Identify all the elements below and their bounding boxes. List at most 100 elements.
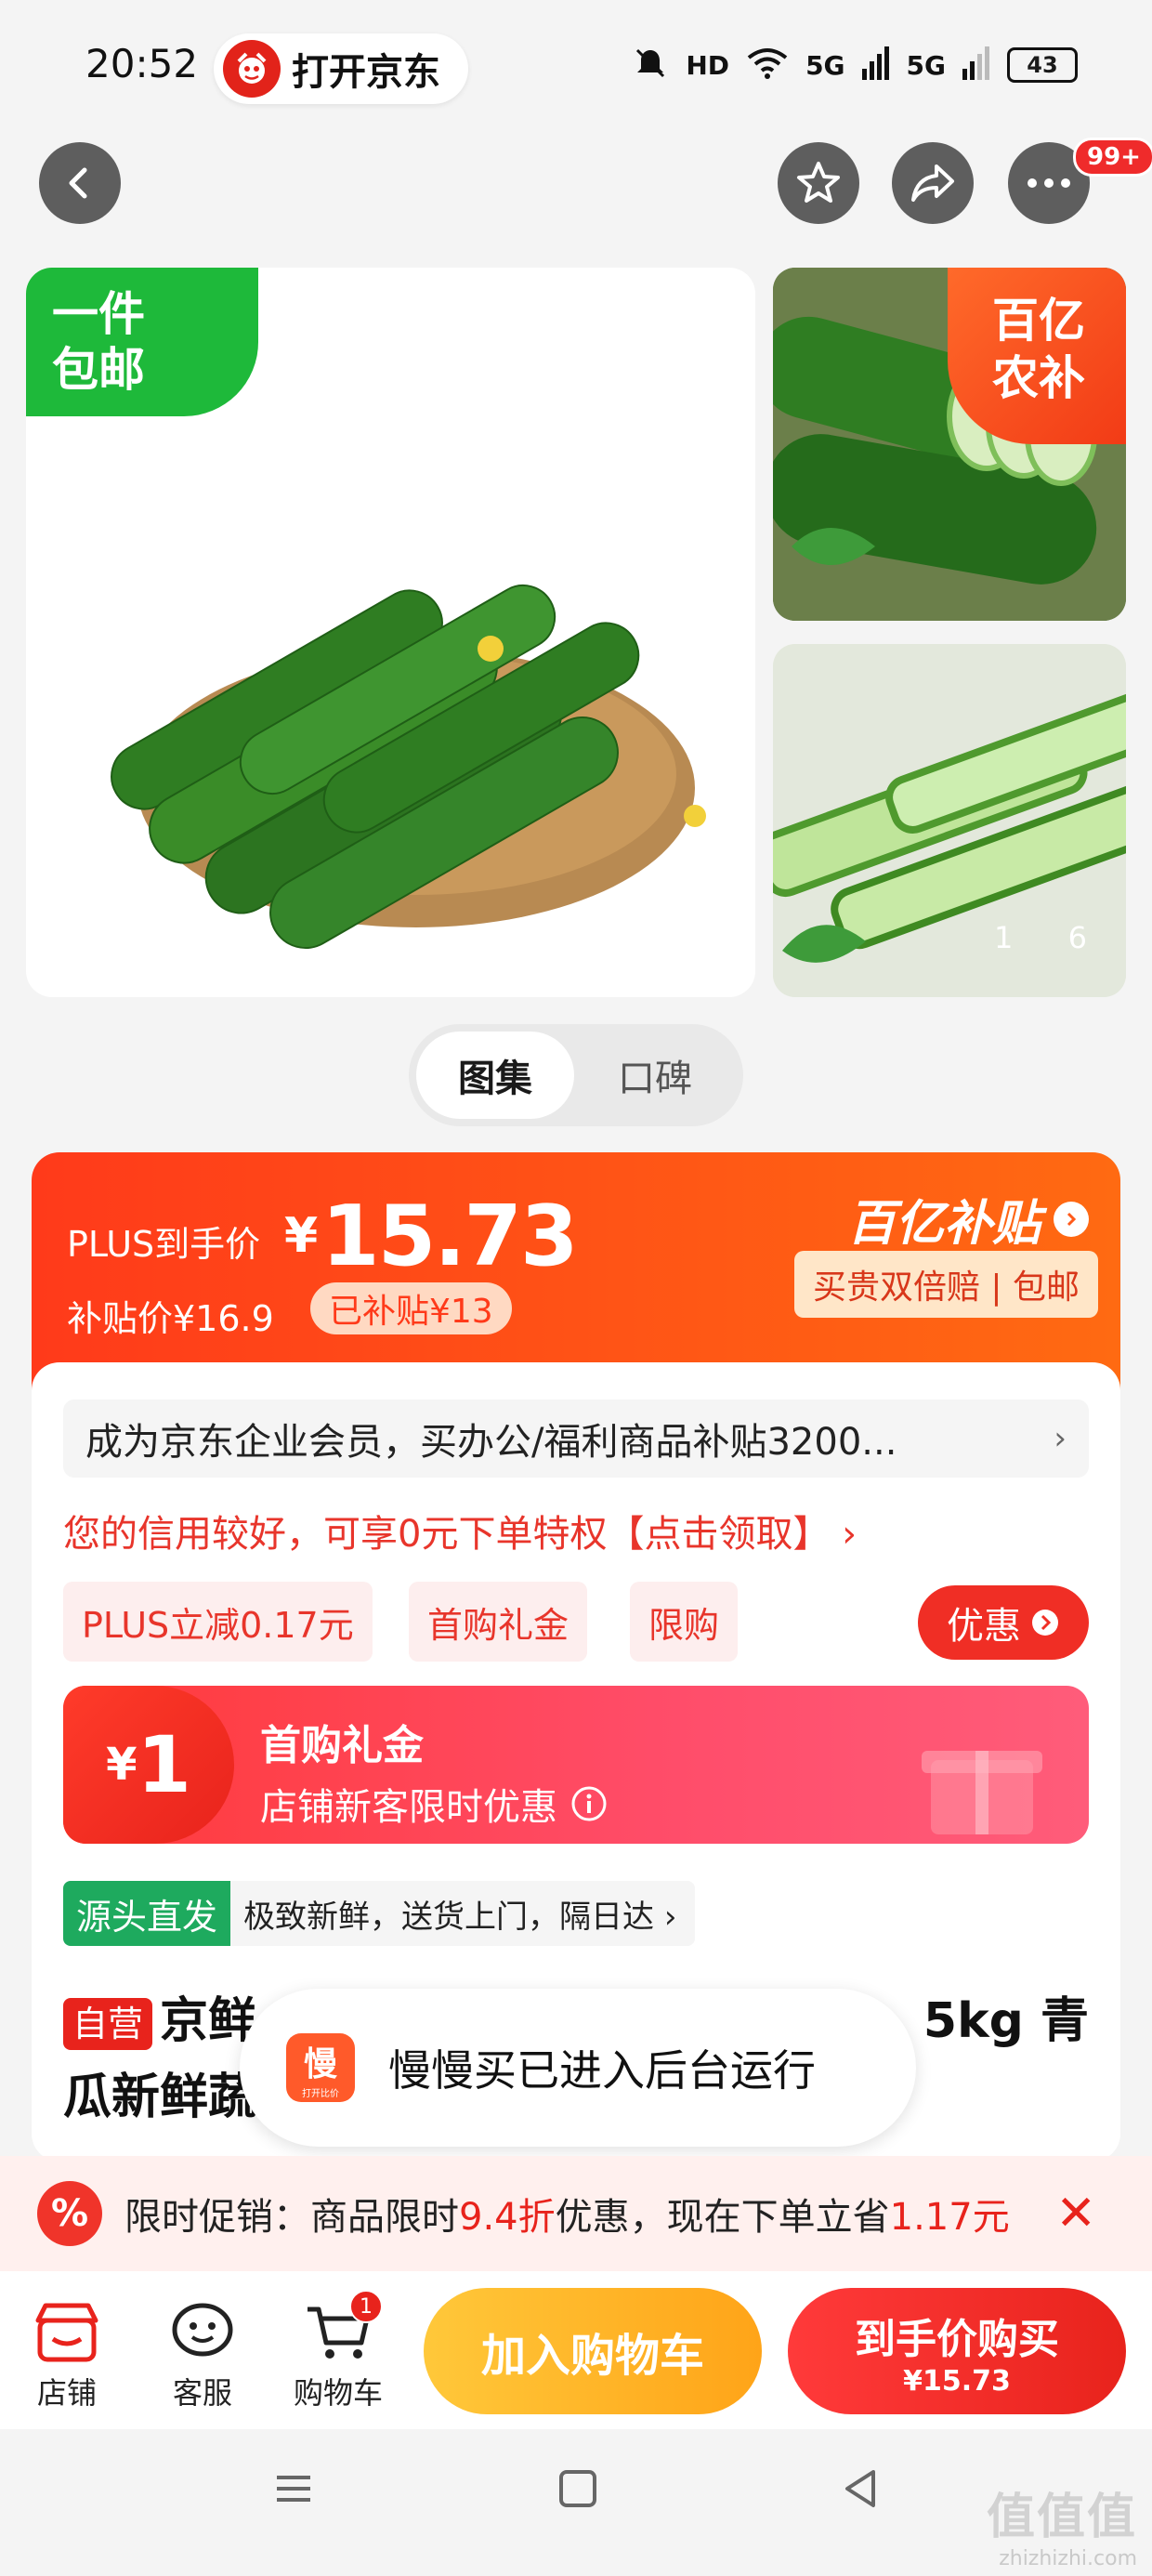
close-icon[interactable]: ✕	[1055, 2186, 1096, 2241]
main-product-image[interactable]: 一件 包邮	[26, 268, 755, 997]
service-label: 客服	[172, 2375, 232, 2411]
credit-privilege-link[interactable]: 您的信用较好，可享0元下单特权【点击领取】 ›	[63, 1504, 857, 1557]
buy-now-button[interactable]: 到手价购买 ¥15.73	[788, 2288, 1126, 2414]
discount-percent-icon: %	[37, 2181, 102, 2246]
source-direct-tag: 源头直发	[63, 1881, 231, 1946]
first-purchase-gift-banner[interactable]: ¥ 1 首购礼金 店铺新客限时优惠	[63, 1686, 1089, 1844]
first-purchase-chip[interactable]: 首购礼金	[409, 1582, 588, 1662]
chevron-right-icon	[1054, 1201, 1089, 1237]
mute-icon	[632, 45, 669, 85]
bybt-guarantee: 买贵双倍赔 | 包邮	[793, 1251, 1098, 1318]
image-counter: 1 6	[985, 920, 1096, 970]
free-shipping-badge: 一件 包邮	[26, 268, 258, 416]
back-nav-button[interactable]	[838, 2466, 883, 2515]
status-bar: 20:52 打开京东 HD 5G 5G 43	[0, 0, 1152, 139]
promo-middle: 优惠，现在下单立省	[555, 2196, 890, 2239]
favorite-button[interactable]	[778, 142, 859, 224]
notification-badge: 99+	[1073, 138, 1152, 177]
hd-indicator: HD	[686, 49, 730, 81]
free-shipping-line2: 包邮	[52, 343, 145, 397]
status-icons: HD 5G 5G 43	[632, 45, 1078, 85]
signal-5g-1: 5G	[805, 49, 845, 81]
site-watermark: 值值值 zhizhizhi.com	[987, 2477, 1137, 2570]
signal-5g-2: 5G	[906, 49, 946, 81]
enterprise-member-banner[interactable]: 成为京东企业会员，买办公/福利商品补贴3200... ›	[63, 1400, 1089, 1478]
source-direct-text: 极致新鲜，送货上门，隔日达 ›	[243, 1898, 677, 1936]
triangle-back-icon	[845, 2470, 875, 2507]
counter-current: 1	[994, 920, 1014, 955]
store-label: 店铺	[36, 2375, 97, 2411]
plus-price-value: 15.73	[321, 1188, 579, 1285]
bybt-badge-line2: 农补	[992, 351, 1085, 405]
bybt-badge-line1: 百亿	[992, 294, 1085, 348]
free-shipping-line1: 一件	[52, 287, 145, 341]
promo-text: 限时促销：商品限时9.4折优惠，现在下单立省1.17元	[124, 2187, 1010, 2241]
back-button[interactable]	[39, 142, 121, 224]
title-line1-left: 京鲜	[160, 1993, 257, 2049]
wifi-icon	[746, 46, 789, 84]
star-icon	[797, 162, 840, 203]
open-jd-app-button[interactable]: 打开京东	[214, 33, 468, 104]
product-page: 20:52 打开京东 HD 5G 5G 43 99+ 一件 包邮 百亿 农补 1…	[0, 0, 1152, 2576]
purchase-limit-chip[interactable]: 限购	[630, 1582, 739, 1662]
gift-amount-yen: ¥	[106, 1739, 137, 1791]
gift-desc-text: 店铺新客限时优惠	[260, 1786, 557, 1829]
chevron-right-icon: ›	[1054, 1420, 1067, 1457]
watermark-url: zhizhizhi.com	[999, 2547, 1137, 2570]
bybt-title[interactable]: 百亿补贴	[847, 1184, 1089, 1254]
subsidy-price: 补贴价¥16.9	[67, 1298, 274, 1339]
promo-saving: 1.17元	[889, 2196, 1010, 2239]
share-icon	[911, 164, 954, 202]
watermark-logo: 值值值	[986, 2490, 1137, 2545]
manmanmai-app-icon: 慢 打开比价	[286, 2033, 355, 2102]
gift-title: 首购礼金	[260, 1722, 424, 1769]
source-direct-row[interactable]: 源头直发 极致新鲜，送货上门，隔日达 ›	[63, 1881, 696, 1946]
thumbnail-image-2[interactable]: 1 6	[773, 644, 1126, 997]
gift-amount: ¥ 1	[63, 1686, 234, 1844]
battery-indicator: 43	[1007, 47, 1078, 83]
bottom-action-bar: 店铺 客服 1 购物车 加入购物车 到手价购买 ¥15.73	[0, 2271, 1152, 2429]
bybt-title-text: 百亿补贴	[846, 1196, 1041, 1252]
coupon-button-label: 优惠	[947, 1605, 1021, 1648]
tab-gallery[interactable]: 图集	[416, 1032, 574, 1119]
chevron-left-icon	[69, 167, 87, 199]
buy-now-label: 到手价购买	[855, 2315, 1059, 2363]
buy-now-price: ¥15.73	[903, 2364, 1011, 2398]
home-nav-button[interactable]	[556, 2466, 600, 2515]
currency-symbol: ¥	[284, 1208, 319, 1264]
toast-icon-text: 慢	[303, 2044, 337, 2083]
add-to-cart-button[interactable]: 加入购物车	[424, 2288, 762, 2414]
plus-discount-chip[interactable]: PLUS立减0.17元	[63, 1582, 373, 1662]
menu-icon	[277, 2476, 310, 2502]
clock: 20:52	[85, 41, 199, 86]
tab-reviews[interactable]: 口碑	[576, 1032, 734, 1119]
signal-bars-icon	[962, 46, 990, 84]
signal-bars-icon	[861, 46, 890, 84]
open-jd-label: 打开京东	[292, 51, 440, 94]
cart-icon: 1	[282, 2290, 394, 2370]
coupon-button[interactable]: 优惠	[918, 1585, 1089, 1660]
self-operated-tag: 自营	[63, 1998, 153, 2050]
background-running-toast: 慢 打开比价 慢慢买已进入后台运行	[240, 1989, 916, 2147]
system-navigation-bar: 值值值 zhizhizhi.com	[0, 2429, 1152, 2576]
customer-service-button[interactable]: 客服	[147, 2295, 258, 2412]
toast-message: 慢慢买已进入后台运行	[388, 2045, 816, 2096]
counter-total: 6	[1067, 920, 1087, 955]
menu-nav-button[interactable]	[271, 2466, 316, 2515]
chat-smile-icon	[147, 2295, 258, 2370]
share-button[interactable]	[892, 142, 974, 224]
subsidized-amount-chip: 已补贴¥13	[310, 1282, 512, 1334]
title-line1-right: 5kg 青	[923, 1993, 1089, 2049]
plus-price-label: PLUS到手价	[67, 1224, 261, 1265]
cart-button[interactable]: 1 购物车	[282, 2290, 394, 2412]
more-dots-icon	[1028, 178, 1070, 188]
gift-box-icon	[922, 1751, 1042, 1834]
promo-discount: 9.4折	[459, 2196, 556, 2239]
promo-strip[interactable]: % 限时促销：商品限时9.4折优惠，现在下单立省1.17元 ✕	[0, 2156, 1152, 2271]
square-home-icon	[559, 2470, 596, 2507]
info-icon[interactable]	[570, 1785, 608, 1822]
jd-logo-icon	[223, 40, 281, 98]
store-button[interactable]: 店铺	[11, 2295, 123, 2412]
gift-amount-value: 1	[137, 1719, 191, 1810]
gift-description: 店铺新客限时优惠	[260, 1777, 608, 1831]
